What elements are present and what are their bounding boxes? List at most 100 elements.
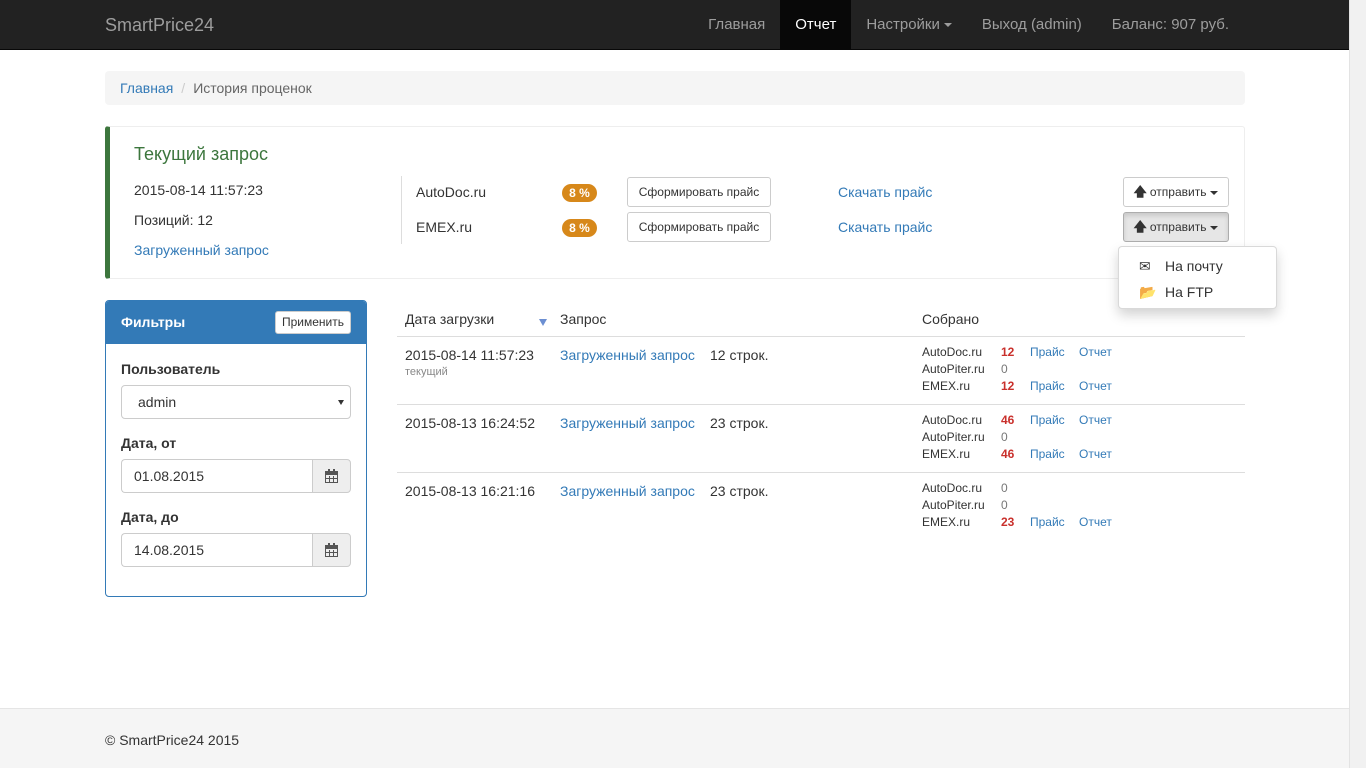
- apply-button[interactable]: Применить: [275, 311, 351, 334]
- report-link[interactable]: Отчет: [1079, 412, 1112, 429]
- envelope-icon: ✉: [1139, 258, 1151, 274]
- user-select[interactable]: admin: [121, 385, 351, 419]
- send-dropdown-menu: ✉ На почту 📂 На FTP: [1118, 246, 1277, 309]
- send-button-label: отправить: [1149, 185, 1207, 199]
- date-to-input[interactable]: 14.08.2015: [121, 533, 313, 567]
- current-request-loaded-link[interactable]: Загруженный запрос: [134, 242, 269, 258]
- sort-desc-icon[interactable]: [539, 319, 547, 326]
- row-request-link[interactable]: Загруженный запрос: [560, 415, 695, 431]
- collected-count: 46: [1001, 413, 1015, 427]
- row-date: 2015-08-13 16:21:16: [405, 483, 535, 499]
- row-lines-count: 23 строк.: [710, 483, 769, 499]
- nav-item-logout[interactable]: Выход (admin): [967, 0, 1097, 50]
- collected-site: AutoDoc.ru: [922, 345, 983, 359]
- row-current-note: текущий: [405, 366, 448, 378]
- date-from-input[interactable]: 01.08.2015: [121, 459, 313, 493]
- send-button[interactable]: 🡅 отправить: [1123, 212, 1229, 242]
- collected-count: 12: [1001, 379, 1015, 393]
- folder-open-icon: 📂: [1139, 284, 1157, 300]
- breadcrumb: Главная / История проценок: [105, 71, 1245, 105]
- header-divider: [397, 336, 1245, 337]
- date-to-label: Дата, до: [121, 509, 179, 525]
- collected-count: 12: [1001, 345, 1015, 359]
- filters-panel: Фильтры Применить Пользователь admin Дат…: [105, 300, 367, 597]
- footer-copyright: © SmartPrice24 2015: [105, 732, 240, 748]
- column-header-request: Запрос: [560, 311, 607, 327]
- source-row: EMEX.ru 8 % Сформировать прайс Скачать п…: [416, 212, 1231, 244]
- collected-site: EMEX.ru: [922, 515, 971, 529]
- dropdown-arrow-icon: [338, 400, 344, 405]
- collected-count: 0: [1001, 362, 1008, 376]
- source-name: AutoDoc.ru: [416, 184, 487, 200]
- breadcrumb-current: История проценок: [193, 80, 312, 96]
- send-button-label: отправить: [1149, 220, 1207, 234]
- breadcrumb-home-link[interactable]: Главная: [120, 80, 173, 96]
- nav-item-settings[interactable]: Настройки: [851, 0, 967, 50]
- price-link[interactable]: Прайс: [1030, 344, 1065, 361]
- current-request-positions: Позиций: 12: [134, 212, 213, 228]
- download-price-link[interactable]: Скачать прайс: [838, 219, 932, 235]
- collected-site: AutoPiter.ru: [922, 498, 985, 512]
- report-link[interactable]: Отчет: [1079, 378, 1112, 395]
- user-label: Пользователь: [121, 361, 221, 377]
- top-navbar: SmartPrice24 Главная Отчет Настройки Вых…: [0, 0, 1349, 50]
- report-link[interactable]: Отчет: [1079, 344, 1112, 361]
- collected-count: 23: [1001, 515, 1015, 529]
- vertical-divider: [401, 176, 402, 244]
- collected-site: EMEX.ru: [922, 379, 971, 393]
- row-request-link[interactable]: Загруженный запрос: [560, 483, 695, 499]
- price-link[interactable]: Прайс: [1030, 514, 1065, 531]
- row-lines-count: 12 строк.: [710, 347, 769, 363]
- collected-site: EMEX.ru: [922, 447, 971, 461]
- row-date: 2015-08-14 11:57:23: [405, 347, 534, 363]
- user-select-value: admin: [138, 394, 177, 410]
- collected-site: AutoDoc.ru: [922, 481, 983, 495]
- brand-logo[interactable]: SmartPrice24: [105, 15, 214, 35]
- date-to-calendar-button[interactable]: [312, 533, 351, 567]
- form-price-button[interactable]: Сформировать прайс: [627, 212, 771, 242]
- report-link[interactable]: Отчет: [1079, 446, 1112, 463]
- collected-count: 0: [1001, 498, 1008, 512]
- source-row: AutoDoc.ru 8 % Сформировать прайс Скачат…: [416, 177, 1231, 209]
- column-header-collected: Собрано: [922, 311, 980, 327]
- row-request-link[interactable]: Загруженный запрос: [560, 347, 695, 363]
- current-request-datetime: 2015-08-14 11:57:23: [134, 182, 263, 198]
- form-price-button[interactable]: Сформировать прайс: [627, 177, 771, 207]
- download-price-link[interactable]: Скачать прайс: [838, 184, 932, 200]
- send-button[interactable]: 🡅 отправить: [1123, 177, 1229, 207]
- row-divider: [397, 404, 1245, 405]
- caret-down-icon: [1210, 190, 1219, 195]
- caret-down-icon: [943, 23, 952, 28]
- caret-down-icon: [1210, 225, 1219, 230]
- nav-item-home[interactable]: Главная: [693, 0, 780, 50]
- price-link[interactable]: Прайс: [1030, 412, 1065, 429]
- date-from-calendar-button[interactable]: [312, 459, 351, 493]
- nav-item-balance[interactable]: Баланс: 907 руб.: [1097, 0, 1244, 50]
- nav-item-report[interactable]: Отчет: [780, 0, 852, 50]
- send-to-ftp-item[interactable]: 📂 На FTP: [1119, 279, 1276, 305]
- current-request-panel: Текущий запрос 2015-08-14 11:57:23 Позиц…: [105, 126, 1245, 279]
- current-request-title: Текущий запрос: [134, 144, 269, 164]
- date-to-group: 14.08.2015: [121, 533, 351, 567]
- price-link[interactable]: Прайс: [1030, 446, 1065, 463]
- page-scrollbar[interactable]: [1349, 0, 1366, 768]
- row-divider: [397, 472, 1245, 473]
- report-link[interactable]: Отчет: [1079, 514, 1112, 531]
- footer: © SmartPrice24 2015: [0, 708, 1349, 768]
- send-to-email-label: На почту: [1165, 258, 1223, 274]
- breadcrumb-separator: /: [181, 80, 186, 96]
- row-date: 2015-08-13 16:24:52: [405, 415, 535, 431]
- calendar-icon: [325, 543, 338, 557]
- nav-item-settings-label: Настройки: [866, 16, 940, 33]
- send-to-email-item[interactable]: ✉ На почту: [1119, 253, 1276, 279]
- progress-badge: 8 %: [562, 184, 597, 202]
- date-from-label: Дата, от: [121, 435, 177, 451]
- send-to-ftp-label: На FTP: [1165, 284, 1214, 300]
- progress-badge: 8 %: [562, 219, 597, 237]
- price-link[interactable]: Прайс: [1030, 378, 1065, 395]
- collected-site: AutoPiter.ru: [922, 430, 985, 444]
- calendar-icon: [325, 469, 338, 483]
- collected-count: 0: [1001, 481, 1008, 495]
- column-header-date[interactable]: Дата загрузки: [405, 311, 494, 327]
- source-name: EMEX.ru: [416, 219, 473, 235]
